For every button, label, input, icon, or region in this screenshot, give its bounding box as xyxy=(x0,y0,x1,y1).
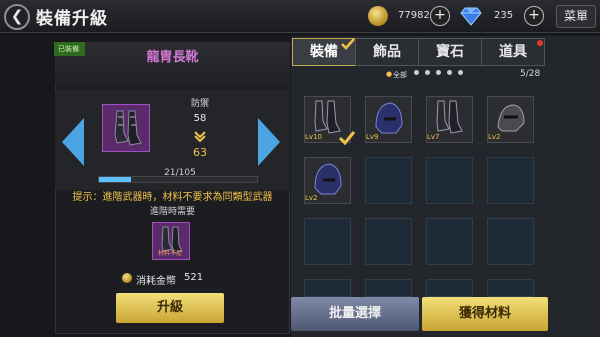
chevron-down-icon xyxy=(193,128,207,143)
menu-button[interactable]: 菜單 xyxy=(556,5,596,28)
notification-dot xyxy=(537,40,543,46)
inventory-slot[interactable] xyxy=(365,157,412,204)
filter-dot[interactable] xyxy=(447,70,452,75)
exp-progress-bar xyxy=(98,176,258,183)
boots-icon xyxy=(114,110,142,146)
inventory-slot[interactable] xyxy=(426,157,473,204)
gem-amount: 235 xyxy=(494,10,514,21)
inventory-slot[interactable]: Lv7 xyxy=(426,96,473,143)
star-icon: ● xyxy=(386,70,393,78)
stat-next-value: 63 xyxy=(193,146,207,159)
checkmark-icon xyxy=(340,36,356,50)
filter-all[interactable]: 全部 xyxy=(393,70,407,80)
gold-amount: 77982 xyxy=(398,10,430,21)
exp-progress-fill xyxy=(99,177,131,182)
stat-label: 防禦 xyxy=(190,99,209,109)
gold-coin-icon xyxy=(122,273,132,283)
inventory-slot[interactable]: Lv9 xyxy=(365,96,412,143)
back-button[interactable]: ❮ xyxy=(4,4,30,30)
inventory-slot[interactable]: Lv10 xyxy=(304,96,356,146)
tab-jewelry[interactable]: 飾品 xyxy=(355,38,419,66)
filter-dot[interactable] xyxy=(425,70,430,75)
filter-dot[interactable] xyxy=(414,70,419,75)
inventory-slot[interactable] xyxy=(304,279,351,297)
tab-items[interactable]: 道具 xyxy=(481,38,545,66)
filter-dot[interactable] xyxy=(436,70,441,75)
filter-dot[interactable] xyxy=(458,70,463,75)
gold-coin-icon xyxy=(368,6,388,26)
diamond-icon xyxy=(460,6,482,30)
add-gold-button[interactable]: + xyxy=(430,6,450,26)
next-item-arrow-icon[interactable] xyxy=(258,118,280,166)
material-insufficient-label: 材料不足 xyxy=(157,250,182,257)
item-slot[interactable] xyxy=(102,104,150,152)
previous-item-arrow-icon[interactable] xyxy=(62,118,84,166)
page-title: 裝備升級 xyxy=(36,9,108,29)
item-level: Lv9 xyxy=(366,133,379,141)
tab-gems[interactable]: 寶石 xyxy=(418,38,482,66)
inventory-slot[interactable] xyxy=(487,218,534,265)
inventory-slot[interactable] xyxy=(365,279,412,297)
inventory-slot[interactable]: Lv2 xyxy=(487,96,534,143)
inventory-slot[interactable] xyxy=(365,218,412,265)
inventory-slot[interactable] xyxy=(426,279,473,297)
get-materials-button[interactable]: 獲得材料 xyxy=(422,297,548,331)
item-level: Lv10 xyxy=(305,133,322,141)
stat-current-value: 58 xyxy=(193,113,207,124)
add-gems-button[interactable]: + xyxy=(524,6,544,26)
inventory-slot[interactable] xyxy=(304,218,351,265)
page-count: 5/28 xyxy=(520,69,541,79)
batch-select-button[interactable]: 批量選擇 xyxy=(291,297,419,331)
item-level: Lv7 xyxy=(427,133,440,141)
inventory-slot[interactable] xyxy=(426,218,473,265)
item-level: Lv2 xyxy=(305,194,318,202)
item-name: 龍胄長靴 xyxy=(146,50,199,65)
checkmark-icon xyxy=(338,131,356,146)
inventory-slot[interactable]: Lv2 xyxy=(304,157,351,204)
upgrade-button[interactable]: 升級 xyxy=(116,293,224,323)
item-level: Lv2 xyxy=(488,133,501,141)
inventory-slot[interactable] xyxy=(487,157,534,204)
requirement-label: 進階時需要 xyxy=(149,207,195,217)
upgrade-tip: 提示：進階武器時，材料不要求為同類型武器 xyxy=(72,192,273,203)
cost-value: 521 xyxy=(184,272,204,283)
inventory-slot[interactable] xyxy=(487,279,534,297)
cost-label: 消耗金幣 xyxy=(136,276,176,287)
